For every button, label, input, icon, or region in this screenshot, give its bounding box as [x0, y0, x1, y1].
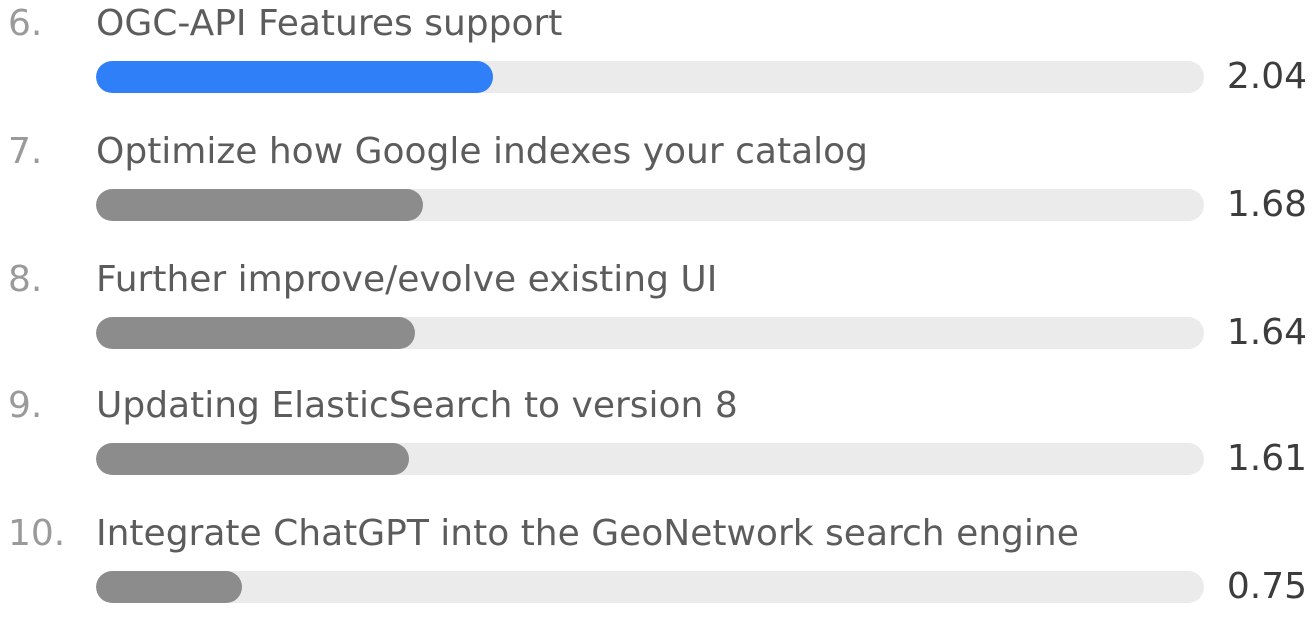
rank-number: 10.	[8, 513, 66, 554]
bar	[96, 189, 423, 221]
rank-number: 9.	[8, 385, 43, 426]
ranking-row: 9. Updating ElasticSearch to version 8 1.6…	[0, 382, 1315, 510]
rank-number: 6.	[8, 3, 43, 44]
rank-number: 7.	[8, 131, 43, 172]
value-label: 1.68	[1226, 184, 1307, 225]
category-label: Integrate ChatGPT into the GeoNetwork se…	[96, 513, 1079, 554]
category-label: Further improve/evolve existing UI	[96, 259, 718, 300]
ranking-chart: 6. OGC-API Features support 2.04 7. Optimize…	[0, 0, 1315, 637]
bar	[96, 317, 415, 349]
ranking-row: 8. Further improve/evolve existing UI 1.64	[0, 256, 1315, 384]
ranking-row: 10. Integrate ChatGPT into the GeoNetwork…	[0, 510, 1315, 638]
bar-track	[96, 571, 1204, 603]
bar-highlighted	[96, 61, 493, 93]
rank-number: 8.	[8, 259, 43, 300]
category-label: Optimize how Google indexes your catalog	[96, 131, 869, 172]
value-label: 1.61	[1226, 438, 1307, 479]
bar-track	[96, 189, 1204, 221]
bar	[96, 571, 242, 603]
value-label: 2.04	[1226, 56, 1307, 97]
category-label: Updating ElasticSearch to version 8	[96, 385, 738, 426]
bar-track	[96, 443, 1204, 475]
value-label: 1.64	[1226, 312, 1307, 353]
bar-track	[96, 317, 1204, 349]
ranking-row: 6. OGC-API Features support 2.04	[0, 0, 1315, 128]
bar	[96, 443, 409, 475]
ranking-row: 7. Optimize how Google indexes your catal…	[0, 128, 1315, 256]
bar-track	[96, 61, 1204, 93]
value-label: 0.75	[1226, 566, 1307, 607]
category-label: OGC-API Features support	[96, 3, 563, 44]
